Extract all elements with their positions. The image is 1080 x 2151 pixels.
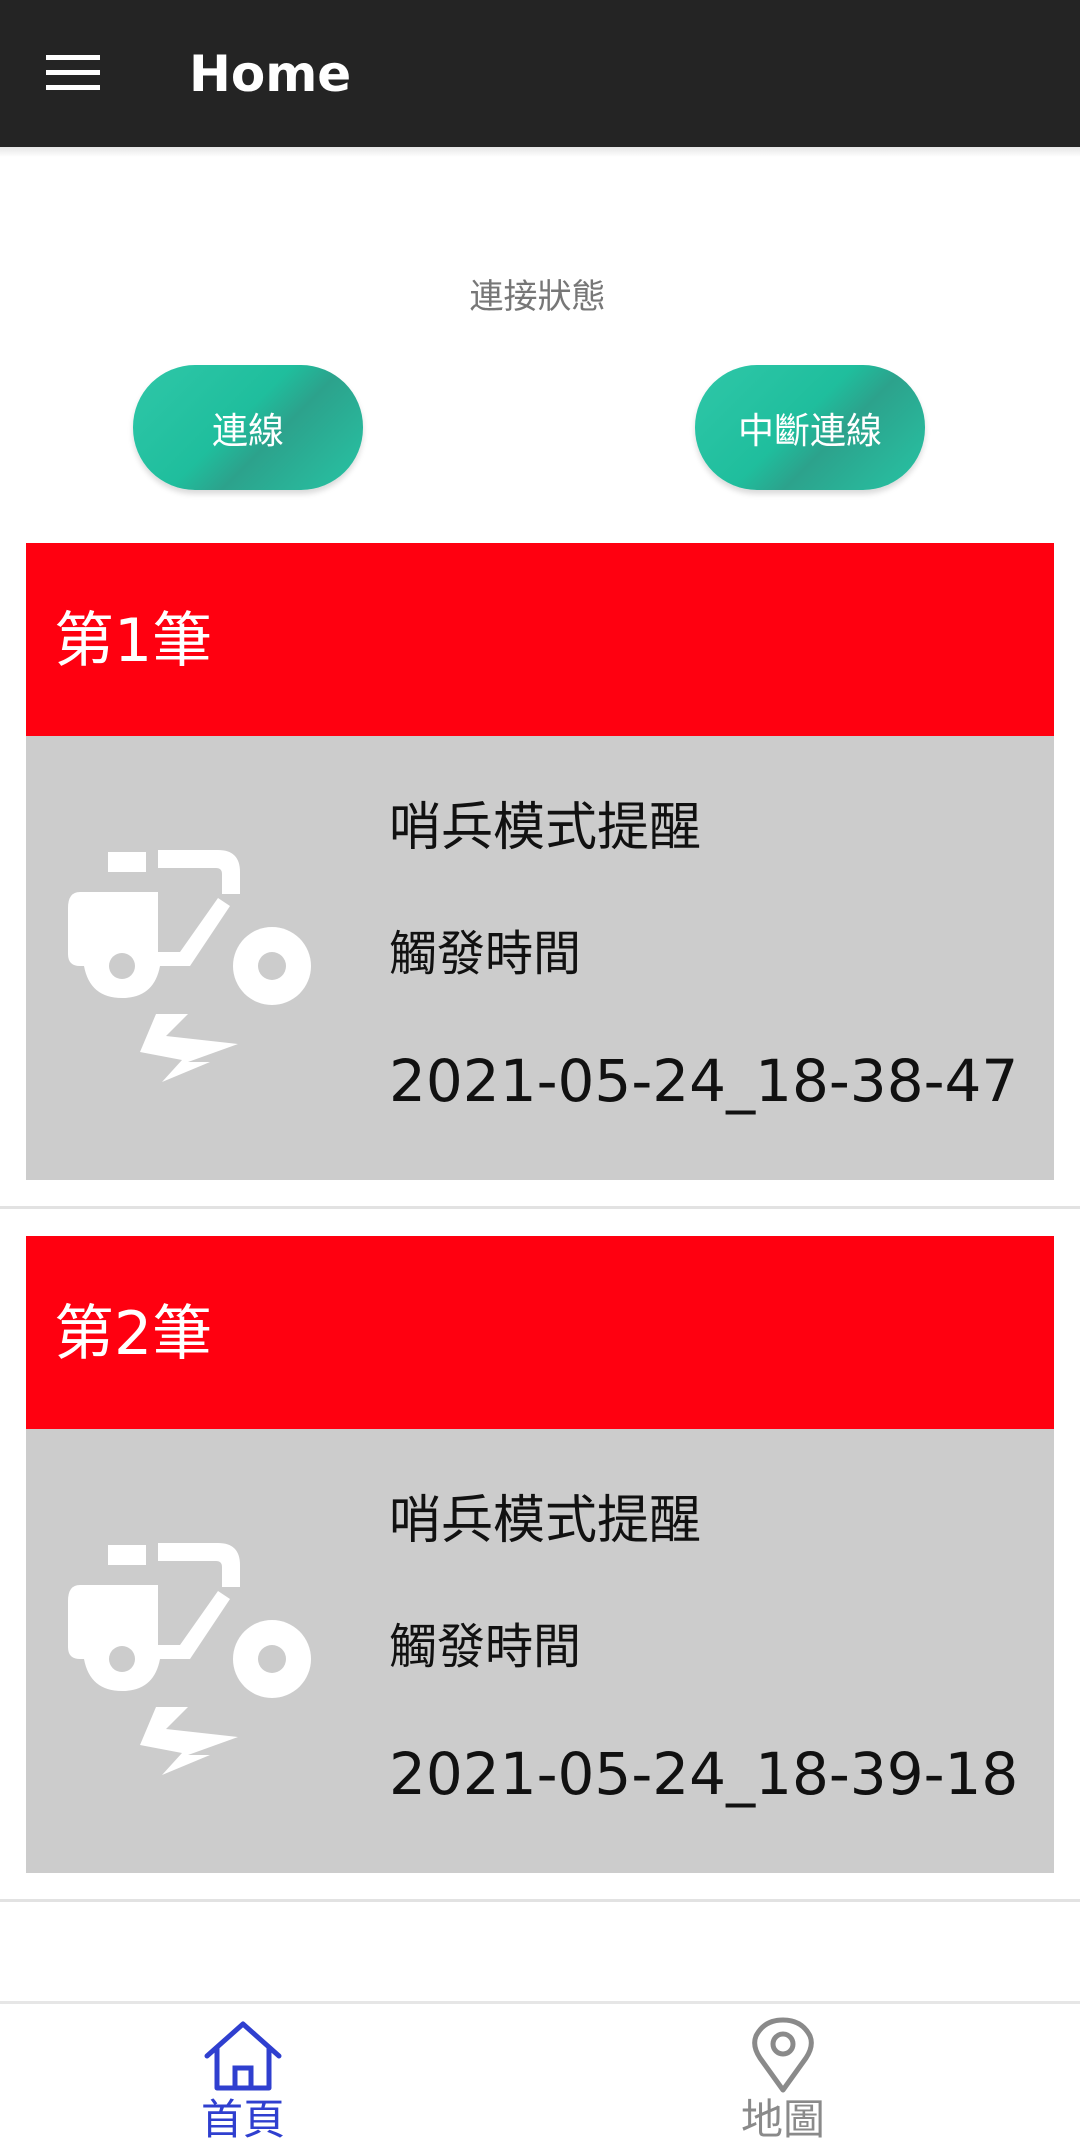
alert-type: 哨兵模式提醒 [389, 798, 702, 858]
alert-card-header: 第2筆 [26, 1236, 1054, 1429]
app-screen: Home 連接狀態 連線 中斷連線 第1筆 哨兵模式提醒 觸發時間 2021-0… [0, 0, 1080, 2151]
nav-item-map[interactable]: 地圖 [725, 2004, 841, 2151]
scooter-alert-icon [68, 850, 311, 1082]
connection-status-label: 連接狀態 [469, 277, 606, 317]
trigger-timestamp: 2021-05-24_18-38-47 [389, 1047, 1019, 1115]
alert-card[interactable]: 第1筆 哨兵模式提醒 觸發時間 2021-05-24_18-38-47 [26, 543, 1054, 1180]
trigger-time-label: 觸發時間 [389, 926, 582, 982]
alert-type: 哨兵模式提醒 [389, 1491, 702, 1551]
map-pin-icon [752, 2017, 814, 2093]
app-bar: Home [0, 0, 1080, 147]
app-bar-shadow [0, 147, 1080, 157]
nav-item-home[interactable]: 首頁 [185, 2004, 301, 2151]
trigger-time-label: 觸發時間 [389, 1619, 582, 1675]
nav-label-map: 地圖 [740, 2095, 825, 2144]
alert-card[interactable]: 第2筆 哨兵模式提醒 觸發時間 2021-05-24_18-39-18 [26, 1236, 1054, 1873]
alert-card-header: 第1筆 [26, 543, 1054, 736]
alert-card-body: 哨兵模式提醒 觸發時間 2021-05-24_18-39-18 [26, 1429, 1054, 1873]
menu-button[interactable] [30, 40, 116, 106]
bottom-navigation: 首頁 地圖 [0, 2001, 1080, 2151]
scooter-alert-icon [68, 1543, 311, 1775]
alert-card-body: 哨兵模式提醒 觸發時間 2021-05-24_18-38-47 [26, 736, 1054, 1180]
page-title: Home [189, 45, 352, 103]
nav-label-home: 首頁 [200, 2095, 285, 2144]
home-icon [204, 2021, 282, 2091]
card-divider [0, 1899, 1080, 1902]
alert-card-title: 第2筆 [54, 1299, 213, 1369]
card-divider [0, 1206, 1080, 1209]
disconnect-button[interactable]: 中斷連線 [695, 365, 925, 490]
hamburger-menu-icon [46, 55, 100, 90]
connect-button[interactable]: 連線 [133, 365, 363, 490]
trigger-timestamp: 2021-05-24_18-39-18 [389, 1740, 1019, 1808]
alert-card-title: 第1筆 [54, 606, 213, 676]
